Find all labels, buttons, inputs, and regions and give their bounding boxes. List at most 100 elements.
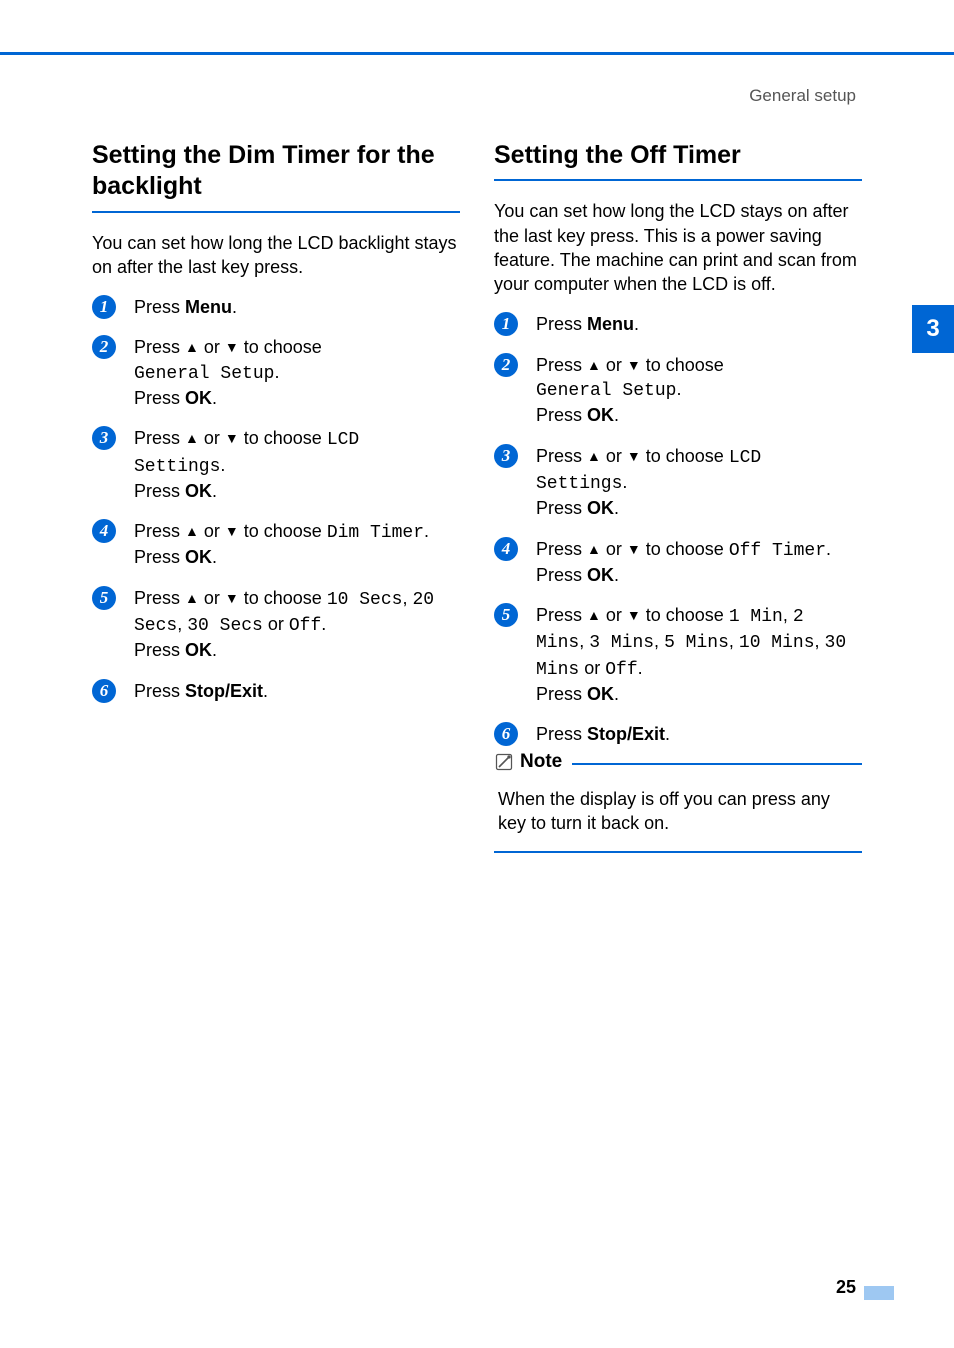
text: . [212, 640, 217, 660]
text: . [212, 388, 217, 408]
text: to choose [239, 337, 322, 357]
text: Press [536, 498, 587, 518]
menu-item: 1 Min [729, 607, 783, 627]
text: OK [587, 684, 614, 704]
text: Press [536, 446, 587, 466]
text: Press [536, 314, 587, 334]
step-4: 4 Press ▲ or ▼ to choose Off Timer. Pres… [494, 537, 862, 588]
text: , [177, 614, 187, 634]
down-arrow-icon: ▼ [225, 339, 239, 355]
text: Press [134, 681, 185, 701]
text: or [263, 614, 289, 634]
text: OK [185, 481, 212, 501]
step-badge: 4 [494, 537, 518, 561]
text: Press [536, 565, 587, 585]
note-icon [494, 752, 514, 772]
menu-item: 30 Secs [187, 616, 263, 636]
text: Press [536, 355, 587, 375]
text: , [815, 631, 825, 651]
step-badge: 3 [494, 444, 518, 468]
text: Press [134, 337, 185, 357]
step-5: 5 Press ▲ or ▼ to choose 1 Min, 2 Mins, … [494, 603, 862, 706]
text: , [654, 631, 664, 651]
header-label: General setup [749, 86, 856, 106]
menu-item: 3 Mins [589, 633, 654, 653]
text: , [579, 631, 589, 651]
text: or [199, 428, 225, 448]
menu-item: General Setup [536, 381, 676, 401]
step-body: Press Menu. [134, 295, 460, 319]
text: , [729, 631, 739, 651]
text: . [212, 481, 217, 501]
text: Press [536, 539, 587, 559]
text: Menu [185, 297, 232, 317]
text: to choose [641, 605, 729, 625]
text: to choose [641, 355, 724, 375]
page-number: 25 [836, 1277, 856, 1298]
step-badge: 6 [494, 722, 518, 746]
down-arrow-icon: ▼ [627, 357, 641, 373]
step-badge: 5 [92, 586, 116, 610]
menu-item: Off Timer [729, 541, 826, 561]
step-body: Press ▲ or ▼ to choose LCD Settings. Pre… [536, 444, 862, 521]
left-column: Setting the Dim Timer for the backlight … [92, 140, 460, 853]
step-body: Press ▲ or ▼ to choose Dim Timer. Press … [134, 519, 460, 570]
text: Press [536, 684, 587, 704]
note-title: Note [520, 751, 562, 773]
text: Stop/Exit [185, 681, 263, 701]
step-badge: 4 [92, 519, 116, 543]
step-6: 6 Press Stop/Exit. [92, 679, 460, 703]
text: . [212, 547, 217, 567]
step-1: 1 Press Menu. [494, 312, 862, 336]
text: . [614, 684, 619, 704]
text: or [601, 355, 627, 375]
text: . [614, 498, 619, 518]
note-title-wrap: Note [494, 751, 572, 773]
content: Setting the Dim Timer for the backlight … [92, 140, 862, 853]
text: Stop/Exit [587, 724, 665, 744]
text: . [638, 658, 643, 678]
text: . [614, 565, 619, 585]
top-rule [0, 52, 954, 55]
text: to choose [239, 521, 327, 541]
down-arrow-icon: ▼ [225, 590, 239, 606]
step-6: 6 Press Stop/Exit. [494, 722, 862, 746]
text: . [622, 472, 627, 492]
step-body: Press Stop/Exit. [134, 679, 460, 703]
heading-rule [92, 211, 460, 213]
down-arrow-icon: ▼ [225, 523, 239, 539]
text: to choose [641, 539, 729, 559]
text: . [263, 681, 268, 701]
menu-item: Dim Timer [327, 523, 424, 543]
down-arrow-icon: ▼ [627, 541, 641, 557]
text: . [232, 297, 237, 317]
down-arrow-icon: ▼ [225, 430, 239, 446]
text: . [321, 614, 326, 634]
menu-item: 10 Mins [739, 633, 815, 653]
step-body: Press ▲ or ▼ to choose General Setup. Pr… [536, 353, 862, 428]
text: or [199, 521, 225, 541]
menu-item: General Setup [134, 364, 274, 384]
text: . [634, 314, 639, 334]
step-body: Press ▲ or ▼ to choose General Setup. Pr… [134, 335, 460, 410]
text: Press [134, 640, 185, 660]
step-badge: 1 [92, 295, 116, 319]
text: Press [536, 405, 587, 425]
right-heading: Setting the Off Timer [494, 140, 862, 171]
menu-item: 10 Secs [327, 590, 403, 610]
text: or [601, 605, 627, 625]
step-body: Press ▲ or ▼ to choose Off Timer. Press … [536, 537, 862, 588]
text: OK [587, 405, 614, 425]
text: Press [134, 521, 185, 541]
down-arrow-icon: ▼ [627, 607, 641, 623]
text: Press [134, 547, 185, 567]
up-arrow-icon: ▲ [185, 430, 199, 446]
text: or [199, 337, 225, 357]
text: Press [134, 481, 185, 501]
text: Press [134, 428, 185, 448]
left-intro: You can set how long the LCD backlight s… [92, 231, 460, 280]
text: Press [134, 588, 185, 608]
menu-item: 5 Mins [664, 633, 729, 653]
text: OK [587, 565, 614, 585]
text: to choose [239, 588, 327, 608]
